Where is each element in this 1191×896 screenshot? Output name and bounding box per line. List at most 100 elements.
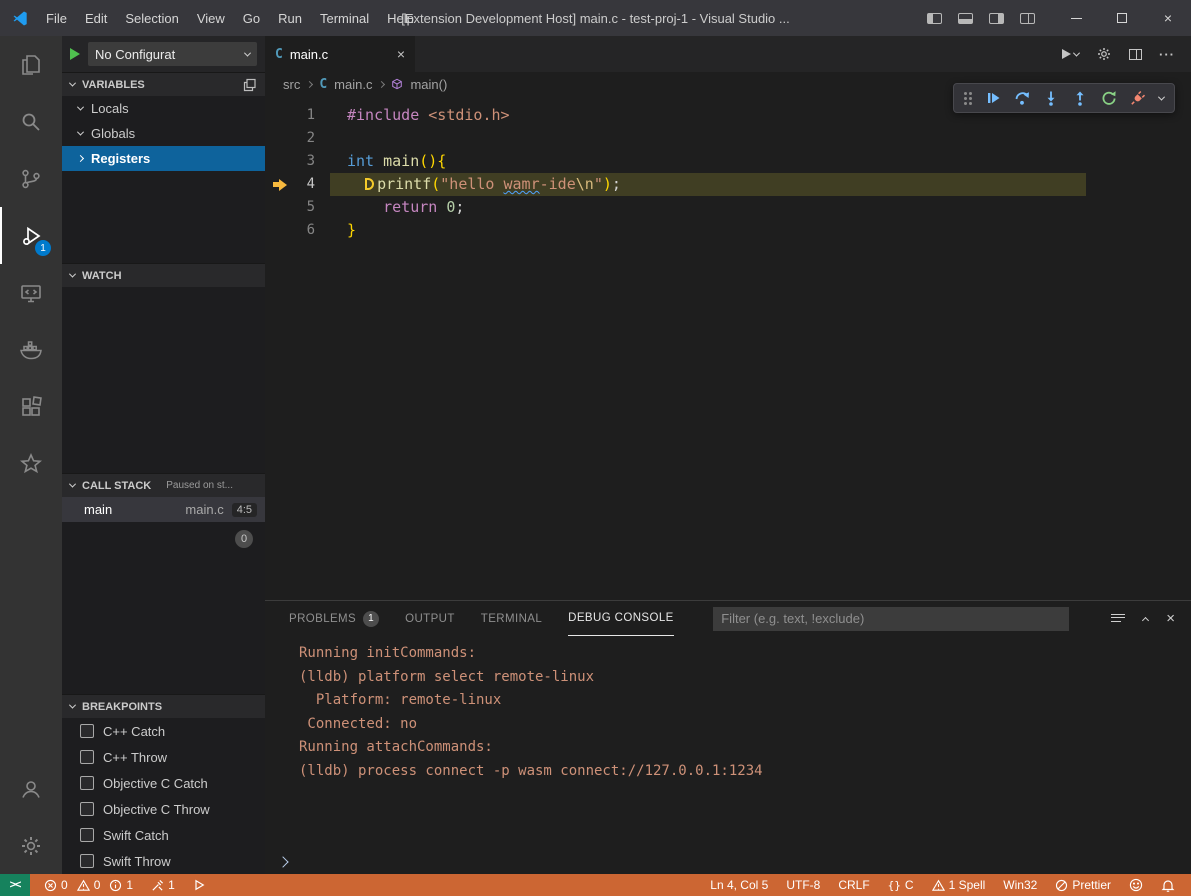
- breadcrumb-folder[interactable]: src: [283, 77, 300, 92]
- variables-registers-row[interactable]: Registers: [62, 146, 265, 171]
- call-stack-section-header[interactable]: CALL STACK Paused on st...: [62, 473, 265, 497]
- console-actions-icon[interactable]: [1111, 614, 1125, 624]
- drag-handle[interactable]: [964, 92, 967, 95]
- step-out-icon[interactable]: [1072, 90, 1088, 106]
- breadcrumb-symbol[interactable]: main(): [410, 77, 447, 92]
- language-mode[interactable]: {} C: [882, 874, 920, 896]
- extensions-icon[interactable]: [0, 378, 62, 435]
- menu-file[interactable]: File: [37, 11, 76, 26]
- breakpoint-cpp-throw[interactable]: C++ Throw: [62, 744, 265, 770]
- editor-settings-gear-icon[interactable]: [1096, 46, 1112, 62]
- continue-icon[interactable]: [985, 90, 1001, 106]
- encoding[interactable]: UTF-8: [780, 874, 826, 896]
- menu-edit[interactable]: Edit: [76, 11, 116, 26]
- tab-main-c[interactable]: C main.c ×: [265, 36, 415, 72]
- toggle-panel-icon[interactable]: [958, 13, 973, 24]
- tab-problems[interactable]: PROBLEMS 1: [289, 601, 379, 636]
- tab-label: main.c: [290, 47, 328, 62]
- search-icon[interactable]: [0, 93, 62, 150]
- split-editor-icon[interactable]: [1129, 49, 1142, 60]
- tab-terminal[interactable]: TERMINAL: [481, 601, 542, 636]
- variables-globals-row[interactable]: Globals: [62, 121, 265, 146]
- checkbox[interactable]: [80, 776, 94, 790]
- star-extension-icon[interactable]: [0, 435, 62, 492]
- menu-bar: File Edit Selection View Go Run Terminal…: [37, 11, 423, 26]
- run-file-button[interactable]: [1062, 49, 1079, 59]
- menu-go[interactable]: Go: [234, 11, 269, 26]
- debug-console-input[interactable]: [279, 858, 287, 866]
- cursor-position[interactable]: Ln 4, Col 5: [704, 874, 774, 896]
- console-line: Running initCommands:: [299, 642, 1191, 666]
- source-control-icon[interactable]: [0, 150, 62, 207]
- close-window-button[interactable]: ×: [1145, 0, 1191, 36]
- restart-icon[interactable]: [1101, 90, 1117, 106]
- menu-terminal[interactable]: Terminal: [311, 11, 378, 26]
- tab-debug-console[interactable]: DEBUG CONSOLE: [568, 601, 674, 636]
- menu-selection[interactable]: Selection: [116, 11, 187, 26]
- spell-checker-status[interactable]: 1 Spell: [926, 874, 992, 896]
- checkbox[interactable]: [80, 802, 94, 816]
- start-debugging-icon[interactable]: [70, 48, 80, 60]
- run-and-debug-icon[interactable]: 1: [0, 207, 62, 264]
- breakpoint-objc-throw[interactable]: Objective C Throw: [62, 796, 265, 822]
- variables-locals-row[interactable]: Locals: [62, 96, 265, 121]
- checkbox[interactable]: [80, 750, 94, 764]
- minimize-button[interactable]: [1053, 0, 1099, 36]
- breakpoint-swift-catch[interactable]: Swift Catch: [62, 822, 265, 848]
- watch-section-header[interactable]: WATCH: [62, 263, 265, 287]
- call-stack-frame-row[interactable]: main main.c 4:5: [62, 497, 265, 522]
- menu-run[interactable]: Run: [269, 11, 311, 26]
- remote-indicator[interactable]: ><: [0, 874, 30, 896]
- menu-view[interactable]: View: [188, 11, 234, 26]
- feedback-icon[interactable]: [1123, 874, 1149, 896]
- title-bar: File Edit Selection View Go Run Terminal…: [0, 0, 1191, 36]
- checkbox[interactable]: [80, 828, 94, 842]
- panel-tab-bar: PROBLEMS 1 OUTPUT TERMINAL DEBUG CONSOLE…: [265, 601, 1191, 636]
- console-line: Running attachCommands:: [299, 736, 1191, 760]
- tab-close-icon[interactable]: ×: [397, 46, 405, 62]
- checkbox[interactable]: [80, 854, 94, 868]
- variables-section-header[interactable]: VARIABLES: [62, 72, 265, 96]
- breakpoint-swift-throw[interactable]: Swift Throw: [62, 848, 265, 874]
- toggle-secondary-sidebar-icon[interactable]: [989, 13, 1004, 24]
- close-panel-icon[interactable]: ×: [1166, 610, 1175, 627]
- formatter-status[interactable]: Prettier: [1049, 874, 1117, 896]
- maximize-panel-icon[interactable]: [1142, 617, 1149, 624]
- notifications-bell-icon[interactable]: [1155, 874, 1181, 896]
- platform-status[interactable]: Win32: [997, 874, 1043, 896]
- problems-status[interactable]: 0 0 1: [38, 874, 139, 896]
- breadcrumb-file[interactable]: main.c: [334, 77, 372, 92]
- launch-config-dropdown[interactable]: No Configurat: [88, 42, 257, 66]
- step-into-icon[interactable]: [1043, 90, 1059, 106]
- code-editor[interactable]: 1 #include <stdio.h> 2 3 int main(){ 4 p…: [265, 96, 1191, 600]
- disconnect-icon[interactable]: [1130, 90, 1146, 106]
- eol-sequence[interactable]: CRLF: [832, 874, 875, 896]
- remote-explorer-icon[interactable]: [0, 264, 62, 321]
- spelling-squiggle: wamr: [504, 175, 540, 193]
- menu-help[interactable]: Help: [378, 11, 423, 26]
- code-line-6: 6 }: [265, 219, 1191, 242]
- maximize-button[interactable]: [1099, 0, 1145, 36]
- breakpoints-section-header[interactable]: BREAKPOINTS: [62, 694, 265, 718]
- breakpoint-cpp-catch[interactable]: C++ Catch: [62, 718, 265, 744]
- variables-body: [62, 171, 265, 263]
- console-filter-input[interactable]: [713, 607, 1069, 631]
- debug-status[interactable]: [187, 874, 211, 896]
- debug-toolbar-dropdown-icon[interactable]: [1158, 93, 1165, 100]
- docker-icon[interactable]: [0, 321, 62, 378]
- tool-status[interactable]: 1: [145, 874, 181, 896]
- tab-output[interactable]: OUTPUT: [405, 601, 455, 636]
- accounts-icon[interactable]: [0, 760, 62, 817]
- variables-action-icon[interactable]: [243, 78, 257, 92]
- inline-breakpoint-icon[interactable]: [365, 178, 374, 190]
- editor-more-actions-icon[interactable]: ···: [1159, 47, 1175, 62]
- customize-layout-icon[interactable]: [1020, 13, 1035, 24]
- checkbox[interactable]: [80, 724, 94, 738]
- step-over-icon[interactable]: [1014, 90, 1030, 106]
- toggle-sidebar-icon[interactable]: [927, 13, 942, 24]
- breakpoint-objc-catch[interactable]: Objective C Catch: [62, 770, 265, 796]
- explorer-icon[interactable]: [0, 36, 62, 93]
- settings-gear-icon[interactable]: [0, 817, 62, 874]
- frame-name: main: [84, 502, 112, 517]
- code-token: #include: [347, 106, 419, 124]
